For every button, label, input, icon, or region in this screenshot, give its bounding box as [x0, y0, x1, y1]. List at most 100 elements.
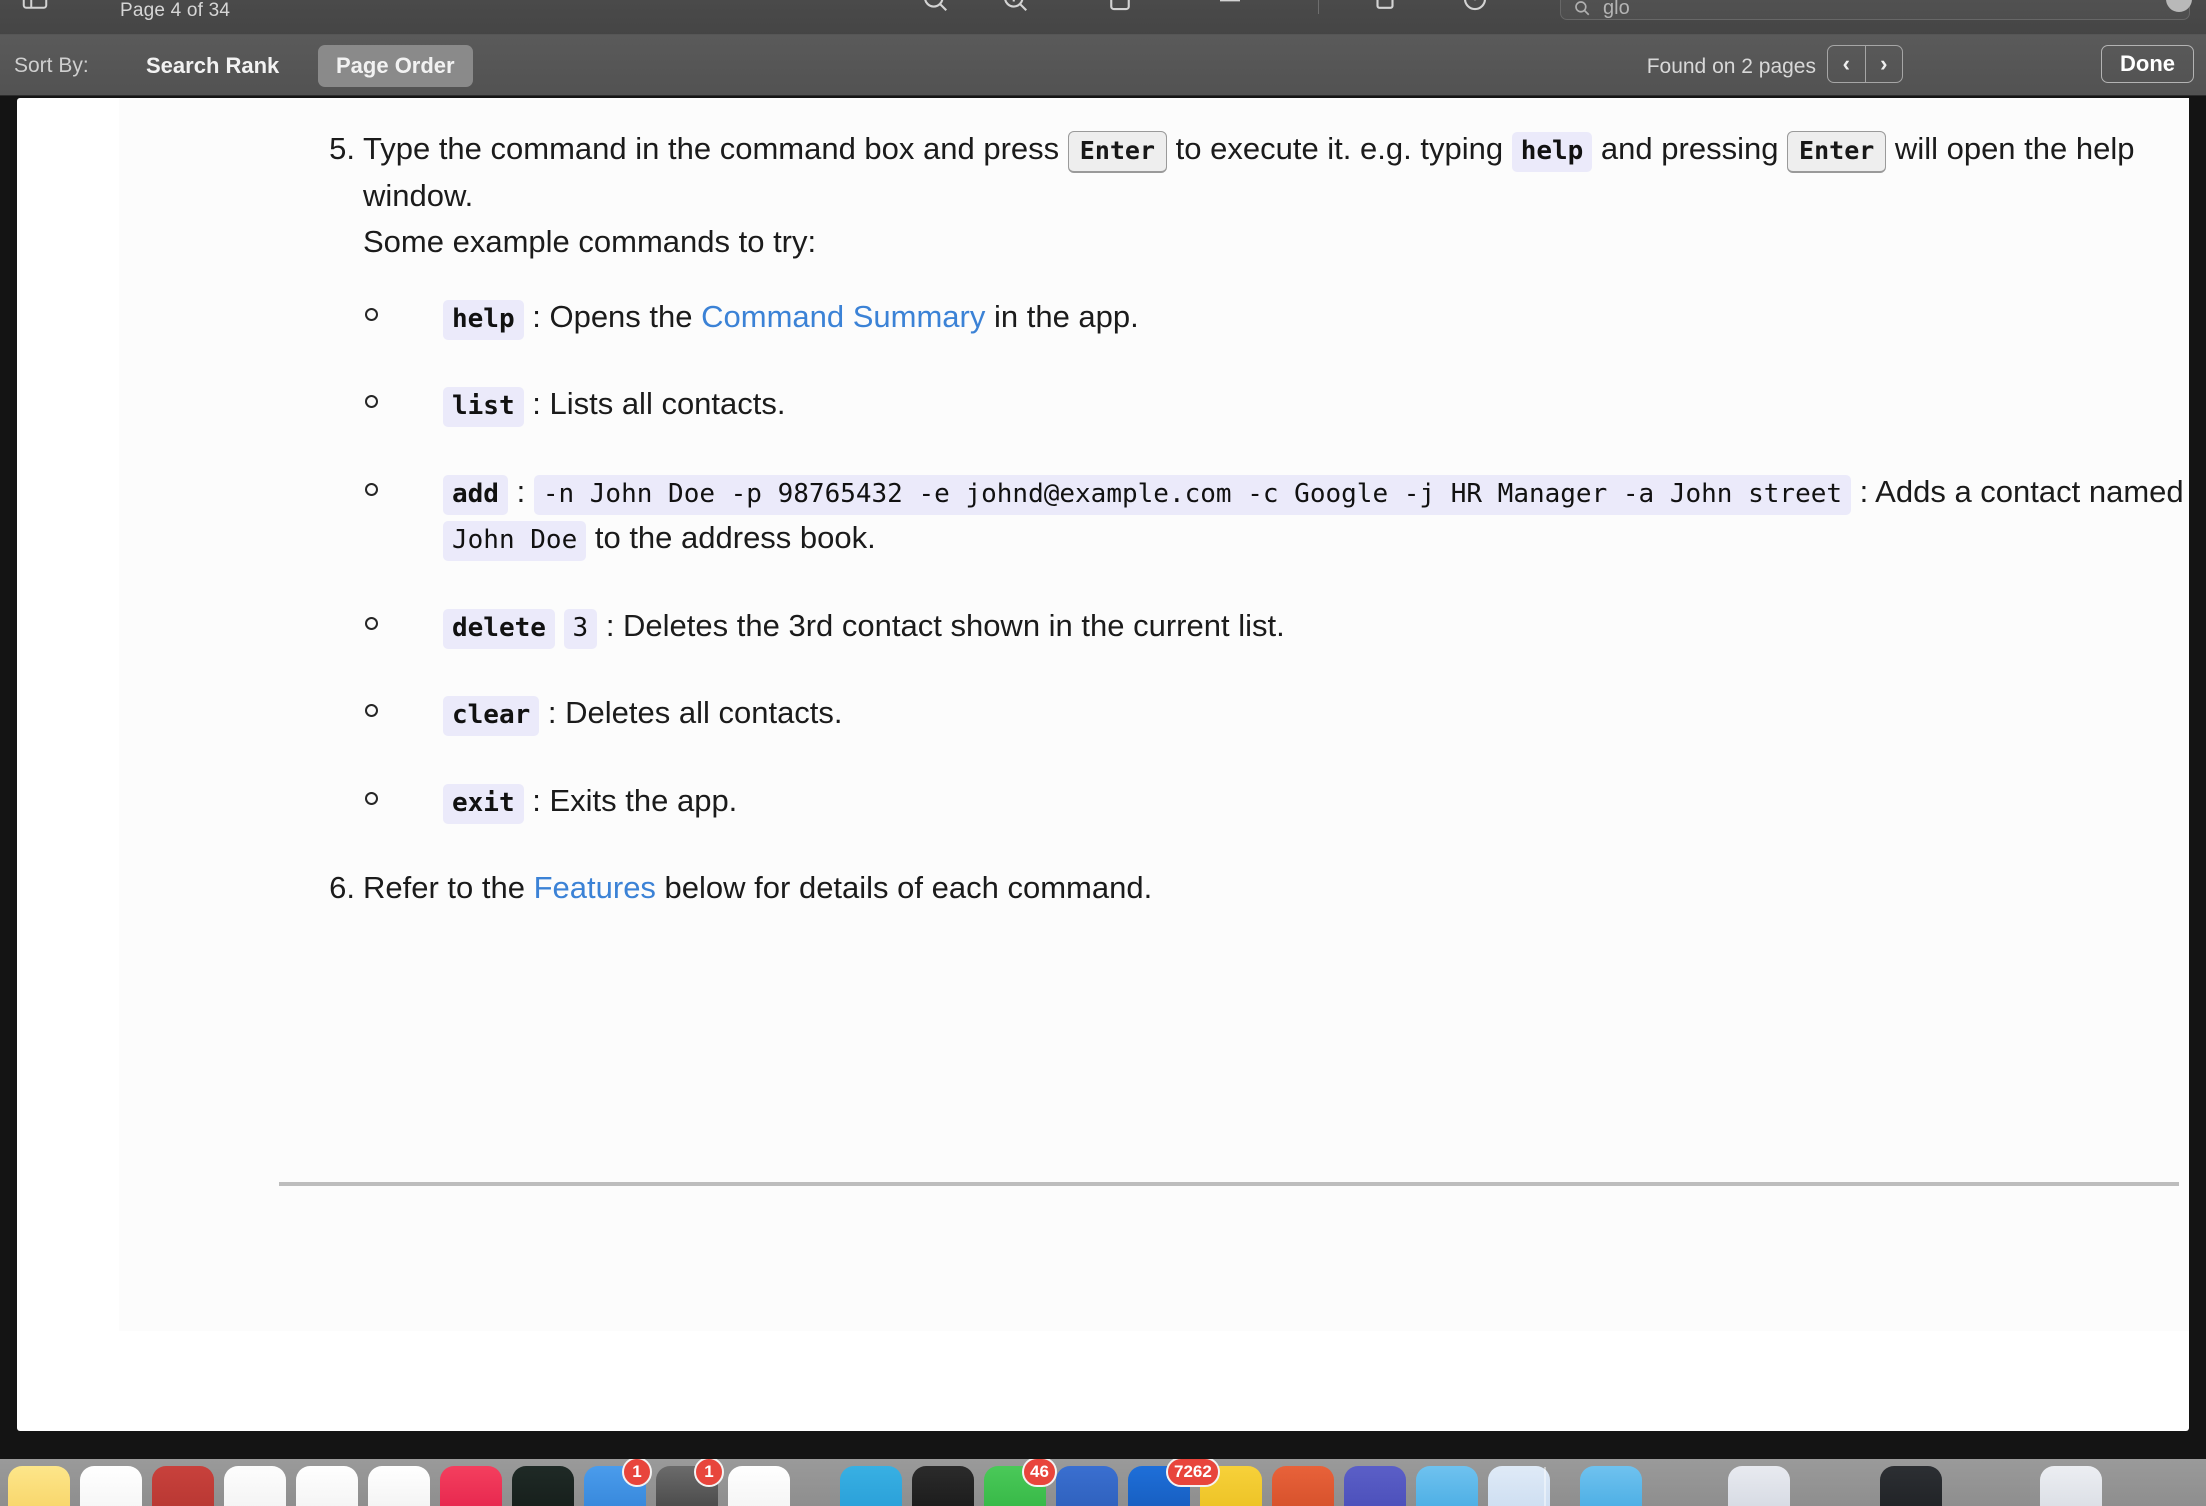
- bullet-circle-icon: [365, 307, 378, 321]
- doc-text: and pressing: [1592, 131, 1788, 166]
- telegram-app[interactable]: [840, 1466, 902, 1506]
- window-preview-3[interactable]: [2040, 1466, 2102, 1506]
- terminal-app[interactable]: [912, 1466, 974, 1506]
- appletv-app[interactable]: [512, 1466, 574, 1506]
- doc-text: below for details of each command.: [655, 870, 1153, 905]
- code-token: delete: [443, 608, 555, 649]
- document-body: 5. Type the command in the command box a…: [309, 126, 2189, 912]
- bullet-circle-icon: [365, 616, 378, 630]
- folder-light[interactable]: [1488, 1466, 1550, 1506]
- zoom-out-icon[interactable]: [920, 0, 950, 14]
- found-count-label: Found on 2 pages: [1646, 55, 1816, 78]
- list-item-5-text: Type the command in the command box and …: [363, 126, 2189, 266]
- health-app[interactable]: [152, 1466, 214, 1506]
- doc-text: : Deletes the 3rd contact shown in the c…: [597, 607, 1285, 643]
- sort-by-label: Sort By:: [14, 54, 89, 77]
- code-token: 3: [563, 608, 598, 649]
- doc-link[interactable]: Command Summary: [701, 299, 985, 334]
- code-token: clear: [443, 696, 540, 736]
- search-field[interactable]: glo: [1560, 0, 2190, 20]
- bullet-circle-icon: [365, 704, 378, 717]
- code-token: -n John Doe -p 98765432 -e johnd@example…: [533, 474, 1852, 515]
- app-toolbar: Page 4 of 34 glo: [0, 0, 2206, 35]
- list-item: delete 3 : Deletes the 3rd contact shown…: [363, 603, 2189, 650]
- list-item-6: 6. Refer to the Features below for detai…: [309, 865, 2189, 912]
- doc-text: in the app.: [985, 298, 1139, 334]
- code-token: add: [443, 474, 508, 515]
- document-content-area: 5. Type the command in the command box a…: [119, 98, 2189, 1331]
- find-bar: Sort By: Search Rank Page Order Found on…: [0, 35, 2206, 96]
- window-preview-2[interactable]: [1880, 1466, 1942, 1506]
- code-token: John Doe: [443, 521, 587, 561]
- list-item: help : Opens the Command Summary in the …: [363, 294, 2189, 341]
- doc-text: : Deletes all contacts.: [539, 695, 843, 730]
- crop-icon[interactable]: [1370, 0, 1400, 14]
- doc-text: to the address book.: [586, 520, 876, 555]
- code-token: list: [443, 387, 524, 427]
- word-app[interactable]: [1056, 1466, 1118, 1506]
- dock-items: 1 1 46 7262: [0, 1459, 2206, 1506]
- bullet-circle-icon: [365, 482, 378, 496]
- doc-text: Refer to the: [363, 870, 534, 905]
- search-input-value[interactable]: glo: [1603, 0, 1630, 20]
- page-view-icon[interactable]: [1105, 0, 1135, 14]
- document-viewport[interactable]: 5. Type the command in the command box a…: [0, 96, 2206, 1459]
- search-icon: [1573, 0, 1591, 17]
- bullet-circle-icon: [365, 791, 378, 805]
- code-token: help: [443, 299, 524, 340]
- sidebar-icon[interactable]: [20, 0, 50, 14]
- teams-app[interactable]: [1344, 1466, 1406, 1506]
- notes-app[interactable]: [8, 1466, 70, 1506]
- list-number-5: 5.: [329, 131, 355, 166]
- find-prev-button[interactable]: ‹: [1828, 46, 1866, 82]
- list-item: add : -n John Doe -p 98765432 -e johnd@e…: [363, 469, 2189, 562]
- list-item: exit : Exits the app.: [363, 778, 2189, 825]
- dock-badge: 1: [622, 1459, 652, 1487]
- section-divider: [279, 1182, 2179, 1186]
- powerpoint-app[interactable]: [1272, 1466, 1334, 1506]
- sort-option-search-rank[interactable]: Search Rank: [128, 45, 297, 87]
- window-preview-1[interactable]: [1728, 1466, 1790, 1506]
- list-item: list : Lists all contacts.: [363, 381, 2189, 428]
- kbd-key: Enter: [1067, 131, 1168, 173]
- photos-app[interactable]: [80, 1466, 142, 1506]
- toolbar-divider: [1318, 0, 1319, 14]
- doc-text: :: [507, 473, 534, 509]
- doc-text: Type the command in the command box and …: [363, 131, 1068, 166]
- kbd-key: Enter: [1787, 131, 1887, 173]
- doc-text: to execute it. e.g. typing: [1167, 131, 1512, 166]
- list-view-icon[interactable]: [1215, 0, 1245, 14]
- document-page: 5. Type the command in the command box a…: [17, 98, 2189, 1431]
- command-exit-text: exit : Exits the app.: [443, 778, 2189, 825]
- doc-text: : Exits the app.: [523, 782, 738, 818]
- folder-blue[interactable]: [1416, 1466, 1478, 1506]
- sort-option-page-order[interactable]: Page Order: [318, 45, 473, 87]
- numbers-app[interactable]: [296, 1466, 358, 1506]
- command-examples-list: help : Opens the Command Summary in the …: [363, 294, 2189, 825]
- doc-text: : Adds a contact named: [1851, 473, 2184, 509]
- dock-badge: 1: [694, 1459, 724, 1487]
- list-item: clear : Deletes all contacts.: [363, 690, 2189, 737]
- dock-badge: 7262: [1166, 1459, 1220, 1487]
- doc-text: : Lists all contacts.: [523, 386, 786, 421]
- markup-icon[interactable]: [1460, 0, 1490, 14]
- doc-link[interactable]: Features: [534, 870, 656, 905]
- find-next-button[interactable]: ›: [1866, 46, 1903, 82]
- list-number-6: 6.: [329, 870, 355, 905]
- zoom-in-icon[interactable]: [1000, 0, 1030, 14]
- list-item-5: 5. Type the command in the command box a…: [309, 126, 2189, 266]
- bullet-circle-icon: [365, 395, 378, 408]
- command-add-text: add : -n John Doe -p 98765432 -e johnd@e…: [443, 469, 2189, 562]
- keynote-app[interactable]: [368, 1466, 430, 1506]
- downloads-stack[interactable]: [1580, 1466, 1642, 1506]
- doc-text: [555, 608, 564, 643]
- find-nav-group: ‹ ›: [1827, 45, 1903, 83]
- code-token: exit: [443, 783, 524, 824]
- dock-separator: [1544, 1467, 1546, 1506]
- done-button[interactable]: Done: [2101, 45, 2194, 83]
- chrome-app[interactable]: [728, 1466, 790, 1506]
- code-token: help: [1511, 132, 1593, 172]
- pages-app[interactable]: [224, 1466, 286, 1506]
- command-list-text: list : Lists all contacts.: [443, 381, 2189, 428]
- music-app[interactable]: [440, 1466, 502, 1506]
